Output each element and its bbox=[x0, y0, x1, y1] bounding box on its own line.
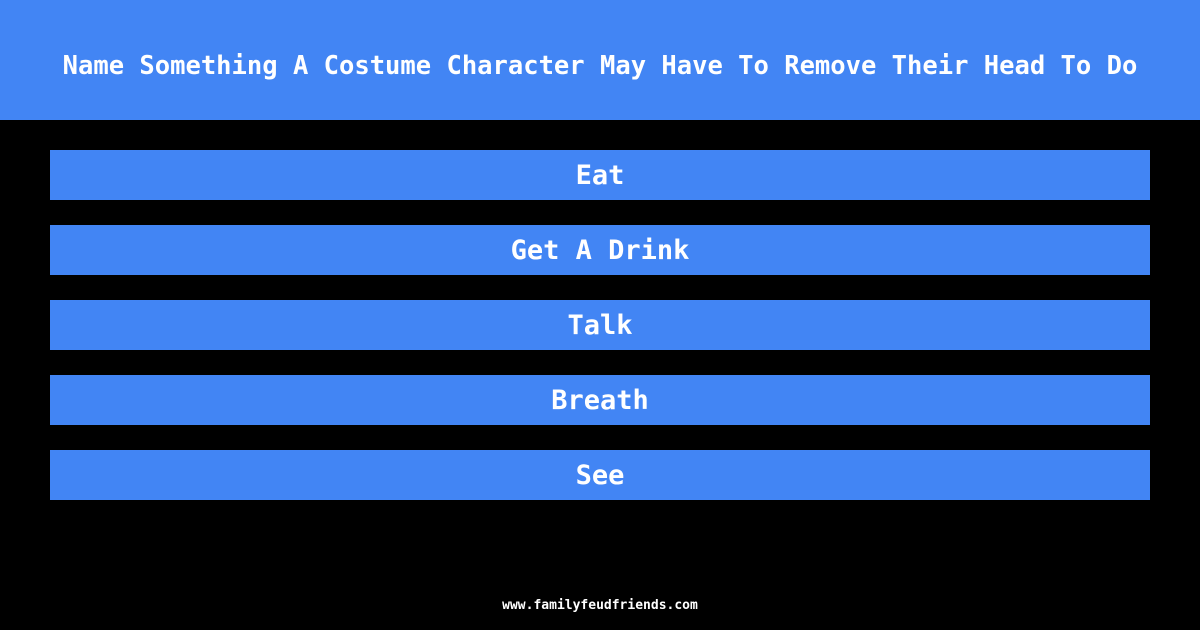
site-url: www.familyfeudfriends.com bbox=[502, 598, 698, 613]
answer-item: Breath bbox=[50, 375, 1150, 425]
answer-item: Get A Drink bbox=[50, 225, 1150, 275]
question-header: Name Something A Costume Character May H… bbox=[0, 0, 1200, 120]
answer-item: Eat bbox=[50, 150, 1150, 200]
question-title: Name Something A Costume Character May H… bbox=[62, 51, 1138, 81]
answer-list: Eat Get A Drink Talk Breath See bbox=[50, 150, 1150, 500]
answer-item: Talk bbox=[50, 300, 1150, 350]
answer-item: See bbox=[50, 450, 1150, 500]
